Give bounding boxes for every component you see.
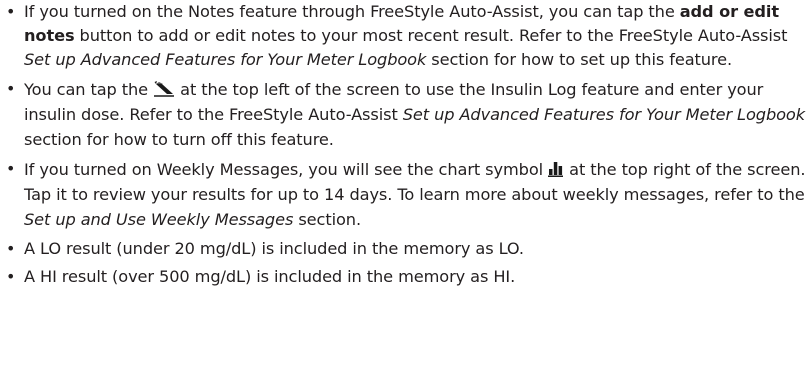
section-reference: Set up Advanced Features for Your Meter … bbox=[24, 50, 427, 69]
section-reference: Set up and Use Weekly Messages bbox=[24, 210, 294, 229]
bullet-text: If you turned on Weekly Messages, you wi… bbox=[24, 157, 810, 232]
text-run: If you turned on the Notes feature throu… bbox=[24, 2, 680, 21]
bullet-dot: • bbox=[6, 2, 16, 21]
bullet-dot: • bbox=[6, 267, 16, 286]
bullet-text: If you turned on the Notes feature throu… bbox=[24, 0, 810, 72]
bullet-text: A HI result (over 500 mg/dL) is included… bbox=[24, 267, 516, 286]
bullet-item-lo-result: • A LO result (under 20 mg/dL) is includ… bbox=[6, 237, 810, 261]
bullet-dot: • bbox=[6, 79, 16, 98]
bullet-item-weekly-messages: • If you turned on Weekly Messages, you … bbox=[6, 157, 810, 232]
bullet-dot: • bbox=[6, 159, 16, 178]
insulin-pen-icon bbox=[153, 80, 175, 98]
text-run: If you turned on Weekly Messages, you wi… bbox=[24, 160, 549, 179]
bar-chart-icon bbox=[548, 159, 564, 177]
bullet-text: A LO result (under 20 mg/dL) is included… bbox=[24, 239, 524, 258]
document-page: • If you turned on the Notes feature thr… bbox=[0, 0, 810, 374]
text-run: You can tap the bbox=[24, 80, 154, 99]
bullet-item-hi-result: • A HI result (over 500 mg/dL) is includ… bbox=[6, 265, 810, 289]
bullet-item-notes: • If you turned on the Notes feature thr… bbox=[6, 0, 810, 72]
text-run: section for how to turn off this feature… bbox=[24, 130, 334, 149]
text-run: section for how to set up this feature. bbox=[426, 50, 733, 69]
bullet-dot: • bbox=[6, 239, 16, 258]
bullet-text: You can tap the at the top left of the s… bbox=[24, 77, 810, 152]
section-reference: Set up Advanced Features for Your Meter … bbox=[402, 105, 805, 124]
text-run: button to add or edit notes to your most… bbox=[74, 26, 788, 45]
bullet-item-insulin-log: • You can tap the at the top left of the… bbox=[6, 77, 810, 152]
bullet-list: • If you turned on the Notes feature thr… bbox=[6, 0, 810, 289]
text-run: section. bbox=[293, 210, 361, 229]
